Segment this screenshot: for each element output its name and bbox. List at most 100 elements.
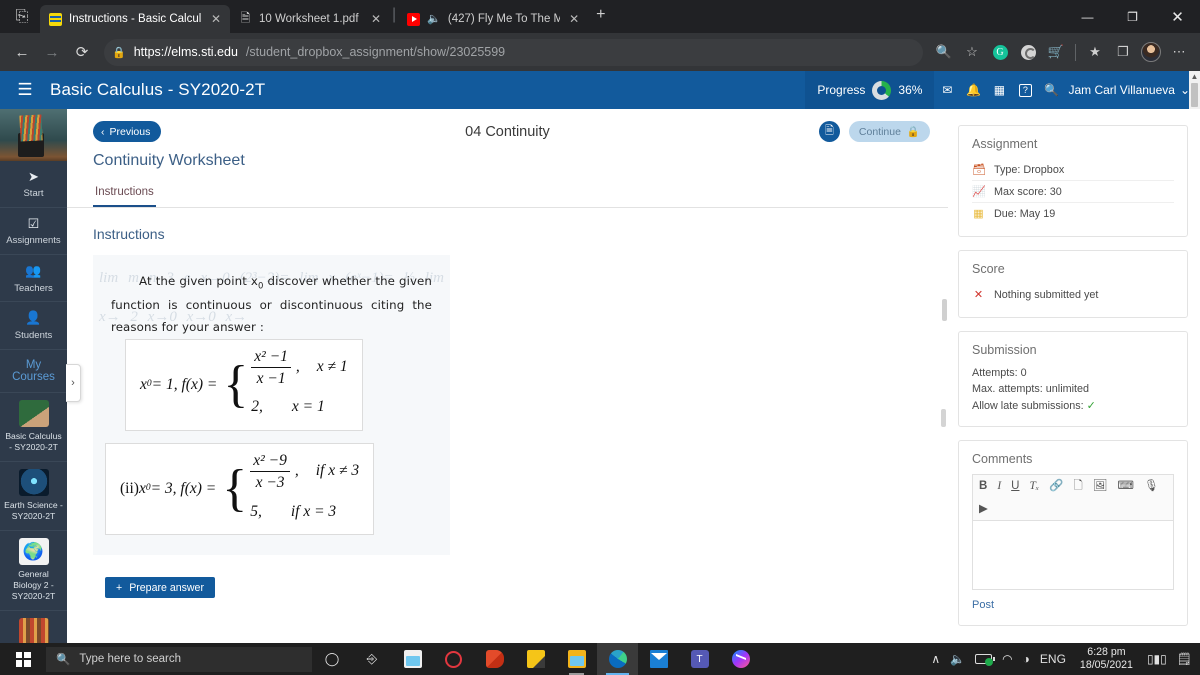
user-name[interactable]: Jam Carl Villanueva	[1068, 83, 1175, 97]
mail-icon[interactable]: ✉	[934, 83, 960, 97]
browser-tab-1[interactable]: Instructions - Basic Calculus - SY ✕	[40, 5, 230, 33]
browser-titlebar: ⎘ Instructions - Basic Calculus - SY ✕ 🗎…	[0, 0, 1200, 33]
prepare-answer-button[interactable]: + Prepare answer	[105, 577, 215, 599]
search-placeholder: Type here to search	[79, 653, 181, 665]
language-indicator[interactable]: ENG	[1040, 652, 1066, 666]
wifi-icon[interactable]: ◠	[1002, 652, 1012, 666]
submission-max-attempts: Max. attempts: unlimited	[972, 383, 1090, 395]
zoom-icon[interactable]: 🔍	[931, 39, 957, 65]
sidebar-course-basic-calculus[interactable]: Basic Calculus - SY2020-2T	[0, 393, 67, 462]
meet-now-icon[interactable]: ▯▮▯	[1147, 652, 1167, 666]
microsoft-store-icon[interactable]	[392, 643, 433, 675]
close-icon[interactable]: ✕	[209, 12, 223, 26]
scroll-up-icon[interactable]: ▲	[1189, 71, 1200, 83]
close-window-icon[interactable]: ✕	[1155, 0, 1200, 33]
messenger-icon[interactable]	[720, 643, 761, 675]
fraction-denominator: x −1	[256, 369, 286, 387]
panel-scroll-handle[interactable]	[942, 299, 947, 321]
calculator-icon[interactable]: ▦	[986, 83, 1012, 97]
browser-tab-2[interactable]: 🗎 10 Worksheet 1.pdf ✕	[230, 5, 390, 33]
volume-icon[interactable]: 🔈	[950, 652, 965, 666]
sidebar-section-my-courses[interactable]: My Courses	[0, 350, 67, 393]
microphone-icon[interactable]: 🎙	[1144, 480, 1159, 493]
tab-instructions[interactable]: Instructions	[93, 186, 156, 207]
sidebar-item-students[interactable]: 👤 Students	[0, 302, 67, 350]
video-icon[interactable]: ▶	[979, 503, 1167, 516]
prepare-answer-label: Prepare answer	[129, 581, 204, 594]
office-icon[interactable]	[474, 643, 515, 675]
mail-icon[interactable]	[638, 643, 679, 675]
clock[interactable]: 6:28 pm 18/05/2021	[1080, 646, 1133, 672]
search-input[interactable]: 🔍 Type here to search	[46, 646, 312, 672]
forward-icon[interactable]: →	[38, 38, 66, 66]
maximize-icon[interactable]: ❐	[1110, 0, 1155, 33]
menu-icon[interactable]: ☰	[0, 80, 50, 100]
grammarly-extension-icon[interactable]: G	[987, 39, 1013, 65]
italic-icon[interactable]: I	[997, 480, 1001, 493]
windows-start-icon[interactable]	[0, 643, 46, 675]
scrollbar-thumb[interactable]	[1191, 83, 1198, 107]
browser-tab-3[interactable]: 🔈 (427) Fly Me To The Moon - ✕	[398, 5, 588, 33]
previous-button[interactable]: ‹ Previous	[93, 121, 162, 142]
sidebar-item-label: Teachers	[14, 282, 53, 294]
comments-input[interactable]	[972, 520, 1174, 591]
sidebar-item-assignments[interactable]: ☑ Assignments	[0, 208, 67, 256]
equation-2-case-2-condition: if x = 3	[290, 502, 337, 520]
minimize-icon[interactable]: —	[1065, 0, 1110, 33]
collections-icon[interactable]: ❐	[1110, 39, 1136, 65]
reload-icon[interactable]: ⟳	[68, 38, 96, 66]
shopping-cart-icon[interactable]: 🛒	[1043, 39, 1069, 65]
cortana-icon[interactable]: ◯	[312, 643, 352, 675]
page-scrollbar[interactable]: ▲	[1189, 71, 1200, 109]
toolbar-divider	[1075, 43, 1076, 61]
continue-button[interactable]: Continue 🔒	[848, 121, 930, 142]
image-icon[interactable]: 🖼	[1093, 480, 1108, 493]
underline-icon[interactable]: U	[1011, 480, 1019, 493]
address-bar[interactable]: 🔒 https://elms.sti.edu/student_dropbox_a…	[104, 38, 923, 66]
microsoft-teams-icon[interactable]: T	[679, 643, 720, 675]
bold-icon[interactable]: B	[979, 480, 987, 493]
settings-more-icon[interactable]: ⋯	[1166, 39, 1192, 65]
equation-icon[interactable]: ⌨	[1117, 480, 1134, 493]
course-sidebar: ➤ Start ☑ Assignments 👥 Teachers 👤 Stude…	[0, 109, 81, 675]
sidebar-item-teachers[interactable]: 👥 Teachers	[0, 255, 67, 303]
sidebar-course-label: Basic Calculus - SY2020-2T	[5, 430, 62, 452]
sticky-notes-icon[interactable]	[515, 643, 556, 675]
search-icon[interactable]: 🔍	[1038, 83, 1064, 97]
inner-scrollbar-thumb[interactable]	[941, 409, 946, 427]
sidebar-item-start[interactable]: ➤ Start	[0, 161, 67, 209]
microsoft-edge-icon[interactable]	[597, 643, 638, 675]
bell-icon[interactable]: 🔔	[960, 83, 986, 97]
calculus-thumb-icon	[18, 399, 49, 427]
profile-avatar[interactable]	[1138, 39, 1164, 65]
back-icon[interactable]: ←	[8, 38, 36, 66]
notes-icon[interactable]: 🗎	[818, 121, 840, 142]
add-favorite-icon[interactable]: ☆	[959, 39, 985, 65]
task-view-icon[interactable]: ⎆	[352, 643, 392, 675]
elms-icon	[49, 12, 62, 26]
opera-icon[interactable]	[433, 643, 474, 675]
sidebar-expand-toggle[interactable]: ›	[66, 364, 81, 402]
remove-format-icon[interactable]: Tₓ	[1029, 480, 1039, 493]
document-icon[interactable]: 🗋	[1073, 480, 1082, 493]
sidebar-course-general-biology[interactable]: General Biology 2 - SY2020-2T	[0, 531, 67, 611]
chevron-up-icon[interactable]: ∧	[931, 652, 940, 666]
new-tab-button[interactable]: +	[588, 6, 613, 28]
tab-actions-icon[interactable]: ⎘	[4, 0, 40, 33]
favorites-hub-icon[interactable]: ★	[1082, 39, 1108, 65]
sidebar-course-earth-science[interactable]: Earth Science - SY2020-2T	[0, 462, 67, 531]
link-icon[interactable]: 🔗	[1049, 480, 1063, 493]
assignment-due-text: Due: May 19	[994, 207, 1056, 220]
post-comment-button[interactable]: Post	[972, 599, 994, 611]
battery-charging-icon[interactable]	[975, 654, 995, 666]
action-center-icon[interactable]: 🗒	[1177, 652, 1192, 666]
system-tray: ∧ 🔈 ◠ ◑ ENG 6:28 pm 18/05/2021 ▯▮▯ 🗒	[931, 646, 1200, 672]
equation-2-point-value: = 3, f(x) =	[150, 479, 217, 497]
close-icon[interactable]: ✕	[567, 12, 581, 26]
file-explorer-icon[interactable]	[556, 643, 597, 675]
help-icon[interactable]: ?	[1012, 83, 1038, 97]
tab-audio-icon[interactable]: 🔈	[427, 12, 441, 25]
close-icon[interactable]: ✕	[369, 12, 383, 26]
adblock-extension-icon[interactable]	[1015, 39, 1041, 65]
network-icon[interactable]: ◑	[1023, 652, 1030, 666]
